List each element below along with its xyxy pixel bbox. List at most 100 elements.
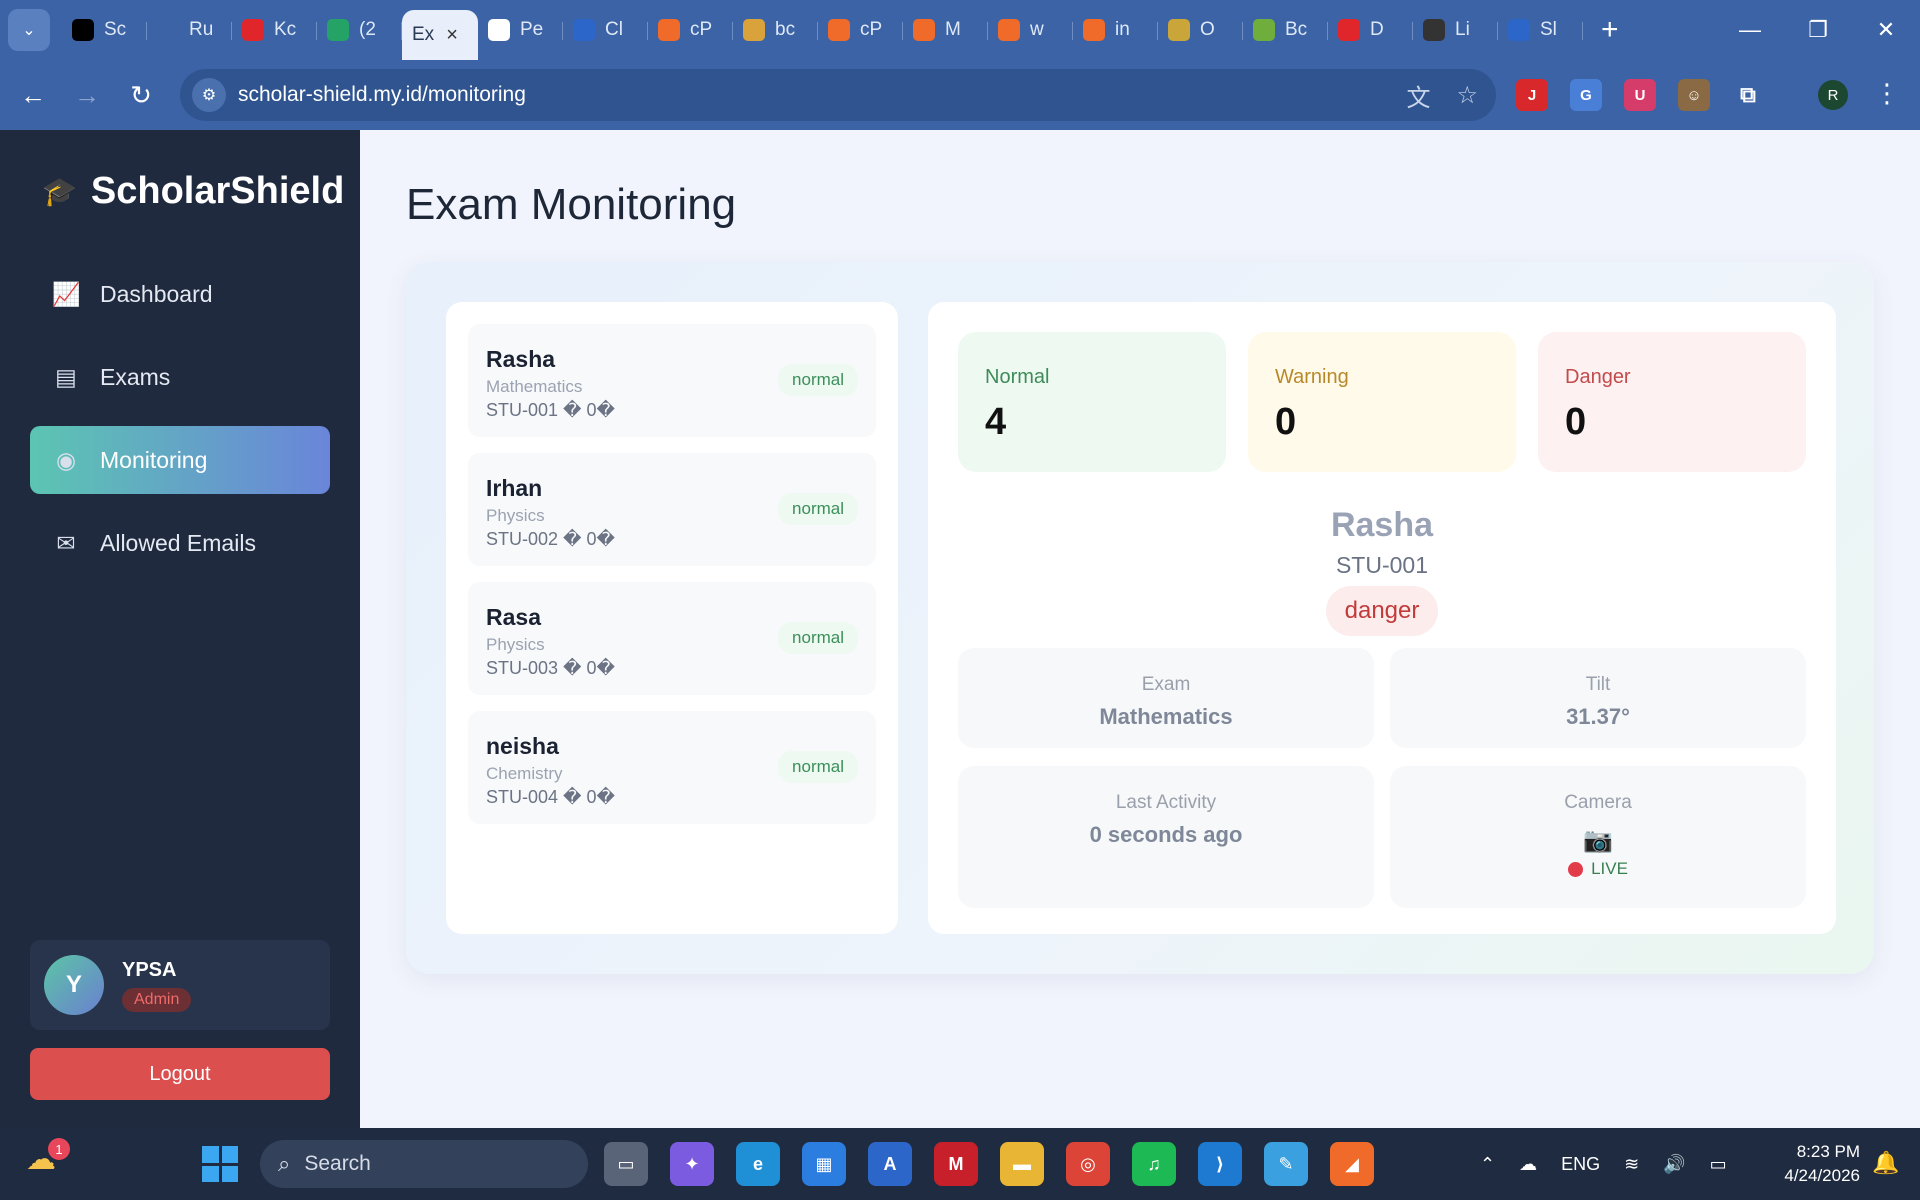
sidebar-item-exams[interactable]: ▤ Exams [30,343,330,411]
notification-count-badge: 1 [48,1138,70,1160]
student-status-badge: normal [778,364,858,396]
tab-search-chevron-icon[interactable]: ⌄ [8,9,50,51]
browser-tab[interactable]: M [903,8,988,52]
browser-tab-label: cP [860,19,883,40]
store-icon[interactable]: ▦ [802,1142,846,1186]
omnibox[interactable]: ⚙ scholar-shield.my.id/monitoring 文 ☆ [180,69,1496,121]
main-content: Exam Monitoring Rasha Mathematics STU-001 … [360,130,1920,1128]
browser-tab[interactable]: Ex × [402,10,478,60]
weather-widget-icon[interactable]: ☁ 1 [26,1138,70,1186]
student-list-item[interactable]: Irhan Physics STU-002 � 0� normal [468,453,876,566]
camera-icon: 📷 [1583,827,1613,854]
sidebar: 🎓 ScholarShield 📈 Dashboard ▤ Exams ◉ Monitor… [0,130,360,1128]
browser-tab-label: w [1030,19,1044,40]
sidebar-item-label: Dashboard [100,280,213,307]
site-settings-icon[interactable]: ⚙ [192,78,226,112]
clock[interactable]: 8:23 PM 4/24/2026 [1770,1140,1860,1188]
file-explorer-icon[interactable]: ▬ [1000,1142,1044,1186]
last-activity-value: 0 seconds ago [1089,822,1243,847]
student-status-badge: normal [778,751,858,783]
tray-chevron-icon[interactable]: ⌃ [1480,1154,1495,1175]
extensions-puzzle-icon[interactable]: ⧉ [1732,79,1764,111]
windows-start-icon[interactable] [202,1146,238,1182]
close-tab-icon[interactable]: × [446,24,458,47]
document-icon: ▤ [55,363,77,390]
edge-icon[interactable]: e [736,1142,780,1186]
translate-icon[interactable]: 文 [1406,78,1430,113]
sidebar-item-label: Allowed Emails [100,529,256,556]
extension-red-icon[interactable]: J [1516,79,1548,111]
student-list-item[interactable]: neisha Chemistry STU-004 � 0� normal [468,711,876,824]
notification-bell-icon[interactable]: 🔔 [1872,1150,1899,1176]
wifi-icon[interactable]: ≋ [1624,1154,1639,1175]
student-detail: Normal 4 Warning 0 Danger 0 Rasha STU-00… [928,302,1836,934]
url-text[interactable]: scholar-shield.my.id/monitoring [238,83,526,107]
browser-tab[interactable]: Kc [232,8,317,52]
extension-shield-icon[interactable]: U [1624,79,1656,111]
taskbar-search[interactable]: ⌕ Search [260,1140,588,1188]
language-indicator[interactable]: ENG [1561,1154,1600,1175]
browser-tab[interactable]: Li [1413,8,1498,52]
sidebar-item-allowed-emails[interactable]: ✉ Allowed Emails [30,509,330,577]
browser-menu-icon[interactable]: ⋮ [1874,78,1900,109]
logout-button[interactable]: Logout [30,1048,330,1100]
browser-tab-label: D [1370,19,1384,40]
browser-tab[interactable]: (2 [317,8,402,52]
orange-app-icon[interactable]: ◢ [1330,1142,1374,1186]
exam-info-card: Exam Mathematics [958,648,1374,748]
brand[interactable]: 🎓 ScholarShield [42,170,344,213]
browser-tab[interactable]: Ru [147,8,232,52]
a-logo-icon [573,19,595,41]
cloud-sync-icon[interactable]: ☁ [1519,1154,1537,1175]
extension-character-icon[interactable]: ☺ [1678,79,1710,111]
tab-strip: Sc Ru Kc (2 Ex × Pe Cl cP bc cP Mw in O Bc D Li Sl [62,0,1583,60]
new-tab-plus-icon[interactable]: + [1601,13,1619,47]
close-window-icon[interactable]: ✕ [1852,0,1920,60]
browser-tab[interactable]: Pe [478,8,563,52]
restore-icon[interactable]: ❐ [1784,0,1852,60]
last-activity-label: Last Activity [1115,792,1217,813]
browser-tab[interactable]: Sl [1498,8,1583,52]
browser-tab[interactable]: in [1073,8,1158,52]
map-pin-icon [1338,19,1360,41]
stat-warning-value: 0 [1275,401,1297,443]
exam-label: Exam [1141,674,1191,695]
reload-icon[interactable]: ↻ [114,68,168,122]
selected-status-badge: danger [1326,586,1438,636]
mcafee-icon[interactable]: M [934,1142,978,1186]
browser-tab[interactable]: Sc [62,8,147,52]
student-id: STU-002 � 0� [486,529,615,549]
cpanel-icon [658,19,680,41]
chrome-icon[interactable]: ◎ [1066,1142,1110,1186]
a-app-icon[interactable]: A [868,1142,912,1186]
exam-value: Mathematics [1099,704,1233,729]
browser-tab[interactable]: Bc [1243,8,1328,52]
student-list-item[interactable]: Rasa Physics STU-003 � 0� normal [468,582,876,695]
browser-tab[interactable]: Cl [563,8,648,52]
sidebar-item-dashboard[interactable]: 📈 Dashboard [30,260,330,328]
student-list-item[interactable]: Rasha Mathematics STU-001 � 0� normal [468,324,876,437]
browser-tab[interactable]: O [1158,8,1243,52]
back-arrow-icon[interactable]: ← [6,68,60,122]
battery-icon[interactable]: ▭ [1710,1154,1727,1175]
browser-tab[interactable]: D [1328,8,1413,52]
vscode-icon[interactable]: ⟩ [1198,1142,1242,1186]
browser-tab[interactable]: cP [648,8,733,52]
browser-tab[interactable]: bc [733,8,818,52]
student-id: STU-004 � 0� [486,787,615,807]
profile-avatar-icon[interactable]: R [1818,80,1848,110]
spotify-icon[interactable]: ♫ [1132,1142,1176,1186]
browser-tab[interactable]: cP [818,8,903,52]
clock-time: 8:23 PM [1796,1142,1860,1161]
pinned-apps: ▭ ✦ e ▦ A M ▬ ◎ ♫ ⟩ ✎ ◢ [604,1142,1374,1186]
extension-translate-icon[interactable]: G [1570,79,1602,111]
volume-icon[interactable]: 🔊 [1663,1154,1685,1175]
browser-tab[interactable]: w [988,8,1073,52]
sidebar-item-monitoring[interactable]: ◉ Monitoring [30,426,330,494]
task-view-icon[interactable]: ▭ [604,1142,648,1186]
forward-arrow-icon[interactable]: → [60,68,114,122]
minimize-icon[interactable]: — [1716,0,1784,60]
notepad-icon[interactable]: ✎ [1264,1142,1308,1186]
bookmark-star-icon[interactable]: ☆ [1456,81,1478,110]
copilot-icon[interactable]: ✦ [670,1142,714,1186]
